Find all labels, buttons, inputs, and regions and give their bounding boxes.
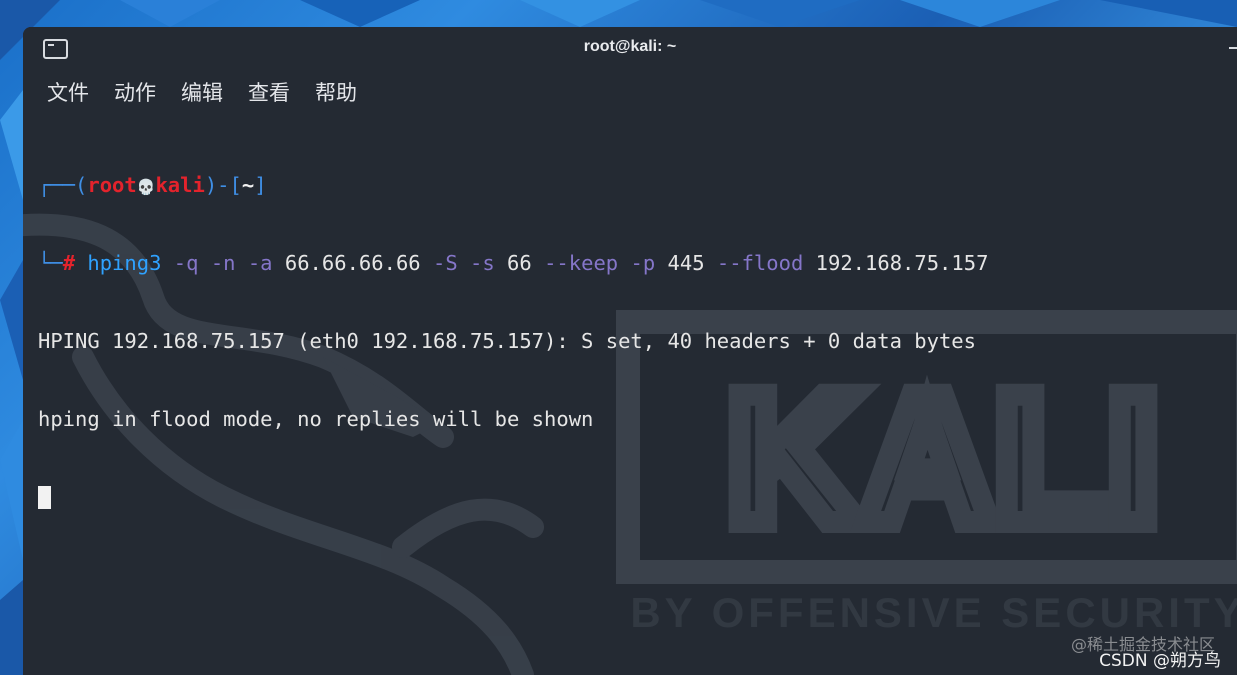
minimize-icon[interactable]	[1229, 47, 1237, 49]
skull-icon: 💀	[136, 178, 156, 196]
command-option: --flood	[716, 251, 804, 275]
prompt-cwd: ~	[241, 173, 255, 197]
command-name: hping3	[87, 251, 162, 275]
prompt-user: root	[87, 173, 137, 197]
prompt-open: ┌──(	[38, 173, 88, 197]
menu-file[interactable]: 文件	[47, 77, 89, 107]
menu-bar: 文件 动作 编辑 查看 帮助	[23, 73, 1237, 111]
command-option: -p	[630, 251, 656, 275]
menu-edit[interactable]: 编辑	[181, 77, 223, 107]
output-line: HPING 192.168.75.157 (eth0 192.168.75.15…	[38, 329, 976, 353]
menu-help[interactable]: 帮助	[315, 77, 357, 107]
prompt-close: ]	[254, 173, 267, 197]
cursor-line	[38, 484, 1237, 510]
menu-view[interactable]: 查看	[248, 77, 290, 107]
kali-tagline: BY OFFENSIVE SECURITY	[630, 589, 1237, 636]
prompt-line-1: ┌──(root💀kali)-[~]	[38, 172, 1237, 198]
command-args: -q -n -a 66.66.66.66 -S -s 66 --keep -p …	[161, 251, 989, 275]
command-value: 192.168.75.157	[815, 251, 989, 275]
command-option: -a	[247, 251, 273, 275]
command-value: 66	[507, 251, 532, 275]
csdn-watermark: CSDN @朔方鸟	[1099, 651, 1221, 671]
terminal-window[interactable]: KALI BY OFFENSIVE SECURITY root@kali: ~ …	[23, 27, 1237, 675]
command-option: --keep	[544, 251, 619, 275]
command-value: 445	[667, 251, 705, 275]
prompt-mid: )-[	[204, 173, 242, 197]
prompt-host: kali	[155, 173, 205, 197]
command-line: └─# hping3 -q -n -a 66.66.66.66 -S -s 66…	[38, 250, 1237, 276]
prompt-hash: #	[62, 251, 76, 275]
title-bar[interactable]: root@kali: ~	[23, 27, 1237, 73]
command-option: -s	[470, 251, 495, 275]
menu-actions[interactable]: 动作	[114, 77, 156, 107]
text-cursor	[38, 486, 51, 509]
terminal-output-area[interactable]: ┌──(root💀kali)-[~] └─# hping3 -q -n -a 6…	[38, 120, 1237, 562]
command-option: -q	[173, 251, 199, 275]
command-option: -S	[432, 251, 458, 275]
command-option: -n	[210, 251, 236, 275]
command-value: 66.66.66.66	[284, 251, 421, 275]
prompt-line2-prefix: └─	[38, 251, 63, 275]
window-title: root@kali: ~	[583, 38, 677, 55]
output-line: hping in flood mode, no replies will be …	[38, 407, 594, 431]
